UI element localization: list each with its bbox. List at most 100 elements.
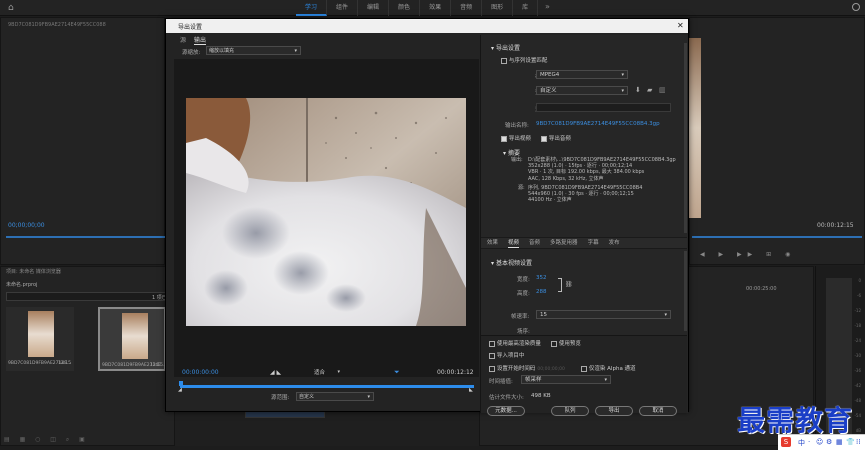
workspace-tab[interactable]: 编辑 [358,0,390,16]
source-range-select[interactable]: 自定义 ▾ [296,392,374,401]
close-icon[interactable]: ✕ [677,21,684,30]
settings-tabs: 效果 视频 音频 多路复用器 字幕 发布 [481,237,687,249]
format-select[interactable]: MPEG4 ▾ [536,70,628,79]
preview-fit-select[interactable]: 适合 ▾ [314,368,340,377]
workspace-tab[interactable]: 音频 [451,0,483,16]
workspace-tab[interactable]: 效果 [420,0,452,16]
video-settings-scrollbar[interactable] [684,251,687,331]
project-clip-thumbnail[interactable]: 9BD7C081D9FB9AE2714E... 12:15 [6,307,74,371]
project-tabs[interactable]: 项目: 未命名 媒体浏览器 [6,268,61,275]
import-project-checkbox[interactable] [489,352,495,359]
menu-icon[interactable]: ⁞⁞ [856,438,860,446]
cancel-button[interactable]: 取消 [639,406,677,416]
export-video-label: 导出视频 [508,136,531,142]
comment-input[interactable] [536,103,671,112]
save-preset-icon[interactable]: ⬇ [635,86,641,94]
export-video-row[interactable]: 导出视频 [501,134,531,142]
search-icon[interactable] [852,3,860,11]
max-render-checkbox[interactable] [489,340,495,347]
source-scale-select[interactable]: 缩放以填充 ▾ [206,46,301,55]
metadata-button[interactable]: 元数据... [487,406,525,416]
workspace-tab[interactable]: 学习 [296,0,328,16]
workspace-tab[interactable]: 颜色 [389,0,421,16]
alpha-only-checkbox[interactable] [581,365,587,372]
settings-scrollbar[interactable] [684,43,687,233]
export-button[interactable]: 导出 [595,406,633,416]
more-workspaces-icon[interactable]: » [545,2,550,11]
start-timecode-value: 00;00;00;00 [537,367,565,372]
preview-in-timecode[interactable]: 00:00:00:00 [182,369,219,376]
match-sequence-row[interactable]: 与序列设置匹配 [501,56,547,64]
emoji-icon[interactable]: ☺ [816,438,823,446]
tab-multiplexer[interactable]: 多路复用器 [550,238,578,248]
project-toolbar-icons[interactable]: ▤ ▦ ○ ◫ ⌕ ▣ [4,436,89,444]
use-preview-row[interactable]: 使用预览 [551,339,581,347]
output-name-link[interactable]: 9BD7C081D9FB9AE2714E49F55CC08B4.3gp [536,121,660,127]
home-icon[interactable]: ⌂ [8,3,18,13]
max-render-row[interactable]: 使用最高渲染质量 [489,339,541,347]
file-size-label: 估计文件大小: [489,395,524,401]
summary-header[interactable]: ▾ 摘要 [503,148,520,157]
tab-publish[interactable]: 发布 [609,238,620,248]
chevron-down-icon: ▾ [621,72,624,78]
tab-captions[interactable]: 字幕 [588,238,599,248]
program-scrub-bar[interactable] [692,236,862,238]
import-preset-icon[interactable]: ▰ [647,86,652,94]
sogou-ime-icon[interactable]: S [781,437,791,447]
export-audio-checkbox[interactable] [541,135,547,142]
export-video-checkbox[interactable] [501,135,507,142]
preview-scrub-bar[interactable] [180,385,474,388]
tab-source[interactable]: 源 [180,35,186,45]
project-search-input[interactable] [6,292,166,301]
program-frame-edge [689,38,701,218]
basic-video-header[interactable]: ▾ 基本视频设置 [491,258,532,267]
clip-thumbnail-image [28,311,54,357]
source-monitor-title: 9BD7C081D9FB9AE2714E49F55CC088 [8,22,106,28]
chevron-down-icon: ▾ [503,150,507,157]
start-timecode-checkbox[interactable] [489,365,495,372]
workspace-tab[interactable]: 库 [513,0,539,16]
playhead-icon[interactable]: ⏷ [394,368,400,377]
width-value[interactable]: 352 [536,275,547,281]
start-timecode-row[interactable]: 设置开始时间码 00;00;00;00 [489,364,565,372]
source-range-value: 自定义 [299,394,315,400]
gear-icon[interactable]: ⚙ [826,438,832,446]
export-settings-header[interactable]: ▾ 导出设置 [491,43,520,52]
workspace-tab[interactable]: 组件 [327,0,359,16]
in-out-mark-icons[interactable]: ◢ ◣ [270,369,281,376]
import-project-row[interactable]: 导入项目中 [489,351,524,359]
export-settings-dialog: 导出设置 ✕ 源 输出 源缩放: 缩放以填充 ▾ 00:00:00:00 ◢ ◣… [165,18,689,416]
tab-video[interactable]: 视频 [508,238,520,248]
preset-select[interactable]: 自定义 ▾ [536,86,628,95]
alpha-only-row[interactable]: 仅渲染 Alpha 通道 [581,364,636,372]
chain-link-icon[interactable]: ⛓ [565,281,573,288]
delete-preset-icon[interactable]: ▥ [659,86,666,94]
workspace-tab[interactable]: 图形 [482,0,514,16]
program-transport-icons[interactable]: ◀ ▶ ▶▶ ⊞ ◉ [700,251,796,258]
alpha-only-label: 仅渲染 Alpha 通道 [588,366,636,372]
source-timecode[interactable]: 00;00;00;00 [8,222,45,229]
tab-effects[interactable]: 效果 [487,238,498,248]
match-sequence-checkbox[interactable] [501,57,507,64]
out-point-icon[interactable]: ◣ [469,387,473,393]
use-preview-checkbox[interactable] [551,340,557,347]
tab-output[interactable]: 输出 [194,35,207,45]
frame-rate-select[interactable]: 15 ▾ [536,310,671,319]
import-project-label: 导入项目中 [496,353,525,359]
source-scrub-bar[interactable] [6,236,166,238]
export-audio-row[interactable]: 导出音频 [541,134,571,142]
skin-icon[interactable]: 👕 [846,438,855,446]
height-value[interactable]: 288 [536,289,547,295]
render-options: 使用最高渲染质量 使用预览 导入项目中 设置开始时间码 00;00;00;00 … [481,335,687,413]
meter-scale-label: 0 [858,278,861,283]
sequence-thumbnail-selected[interactable]: 9BD7C081D9FB9AE2714E... 12:15 [98,307,166,371]
chinese-mode-icon[interactable]: 中 [798,438,805,448]
queue-button[interactable]: 队列 [551,406,589,416]
clip-duration: 12:15 [58,361,71,366]
keyboard-icon[interactable]: ▦ [836,438,843,446]
in-point-icon[interactable]: ◢ [178,387,182,393]
time-interpolation-select[interactable]: 帧采样 ▾ [521,375,611,384]
workspace-bar: ⌂ 学习 组件 编辑 颜色 效果 音频 图形库 » [0,0,865,16]
tab-audio[interactable]: 音频 [529,238,540,248]
punctuation-icon[interactable]: · [808,438,810,446]
